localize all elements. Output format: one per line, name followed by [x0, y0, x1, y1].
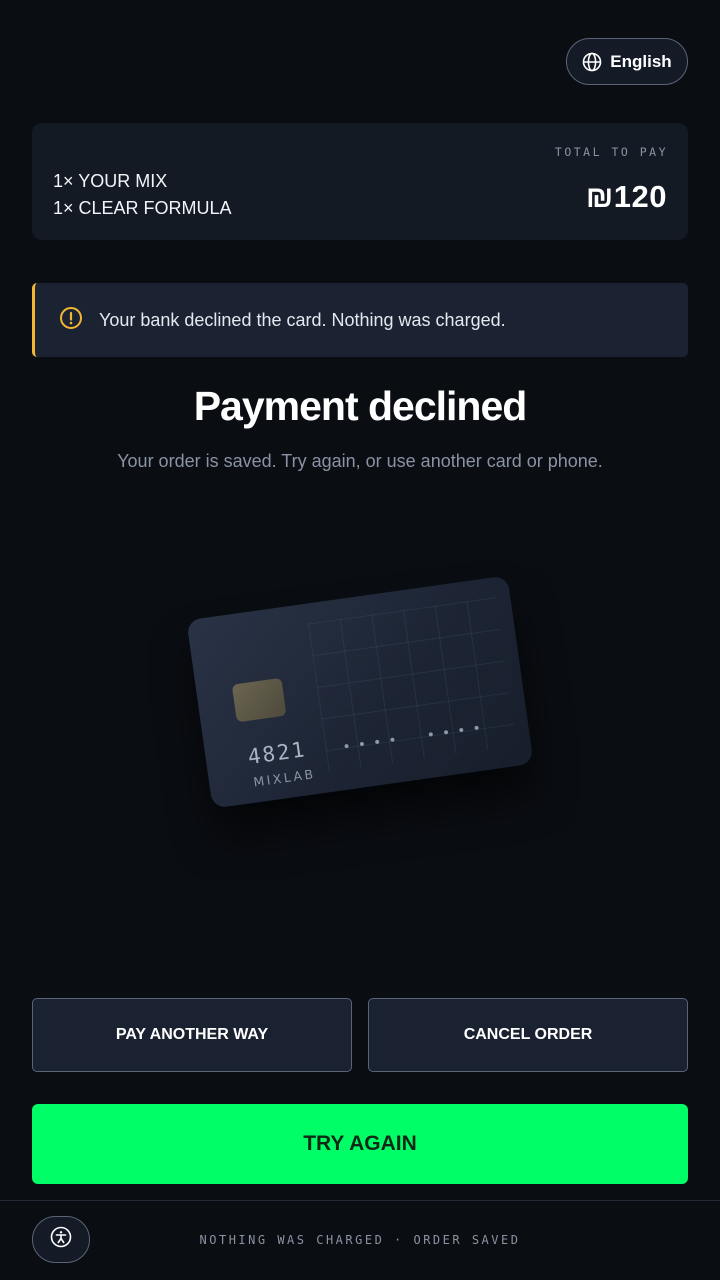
card-illustration: 4821 •••• •••• MIXLAB [175, 560, 545, 830]
total-label: TOTAL TO PAY [554, 145, 668, 159]
footer-divider [0, 1200, 720, 1201]
try-again-button[interactable]: TRY AGAIN [32, 1104, 688, 1184]
page-subtitle: Your order is saved. Try again, or use a… [117, 451, 603, 471]
warning-icon [59, 306, 83, 335]
order-item: 1× YOUR MIX [53, 171, 168, 191]
decline-alert: Your bank declined the card. Nothing was… [32, 283, 688, 357]
language-button[interactable]: English [566, 38, 688, 85]
credit-card: 4821 •••• •••• MIXLAB [186, 575, 534, 809]
card-pattern [307, 597, 517, 773]
cancel-order-button[interactable]: CANCEL ORDER [368, 998, 688, 1072]
language-label: English [610, 51, 672, 71]
page-title: Payment declined [193, 383, 528, 429]
order-summary: 1× YOUR MIX 1× CLEAR FORMULA TOTAL TO PA… [32, 123, 688, 240]
footer-status: NOTHING WAS CHARGED · ORDER SAVED [199, 1233, 521, 1247]
order-item: 1× CLEAR FORMULA [53, 198, 232, 218]
card-brand: MIXLAB [252, 766, 317, 790]
alert-message: Your bank declined the card. Nothing was… [99, 309, 506, 330]
total-amount: ₪120 [585, 179, 667, 214]
card-chip [231, 677, 287, 723]
globe-icon [582, 52, 602, 72]
pay-another-way-button[interactable]: PAY ANOTHER WAY [32, 998, 352, 1072]
order-items: 1× YOUR MIX 1× CLEAR FORMULA [53, 168, 232, 222]
card-last-digits: 4821 [246, 737, 308, 770]
